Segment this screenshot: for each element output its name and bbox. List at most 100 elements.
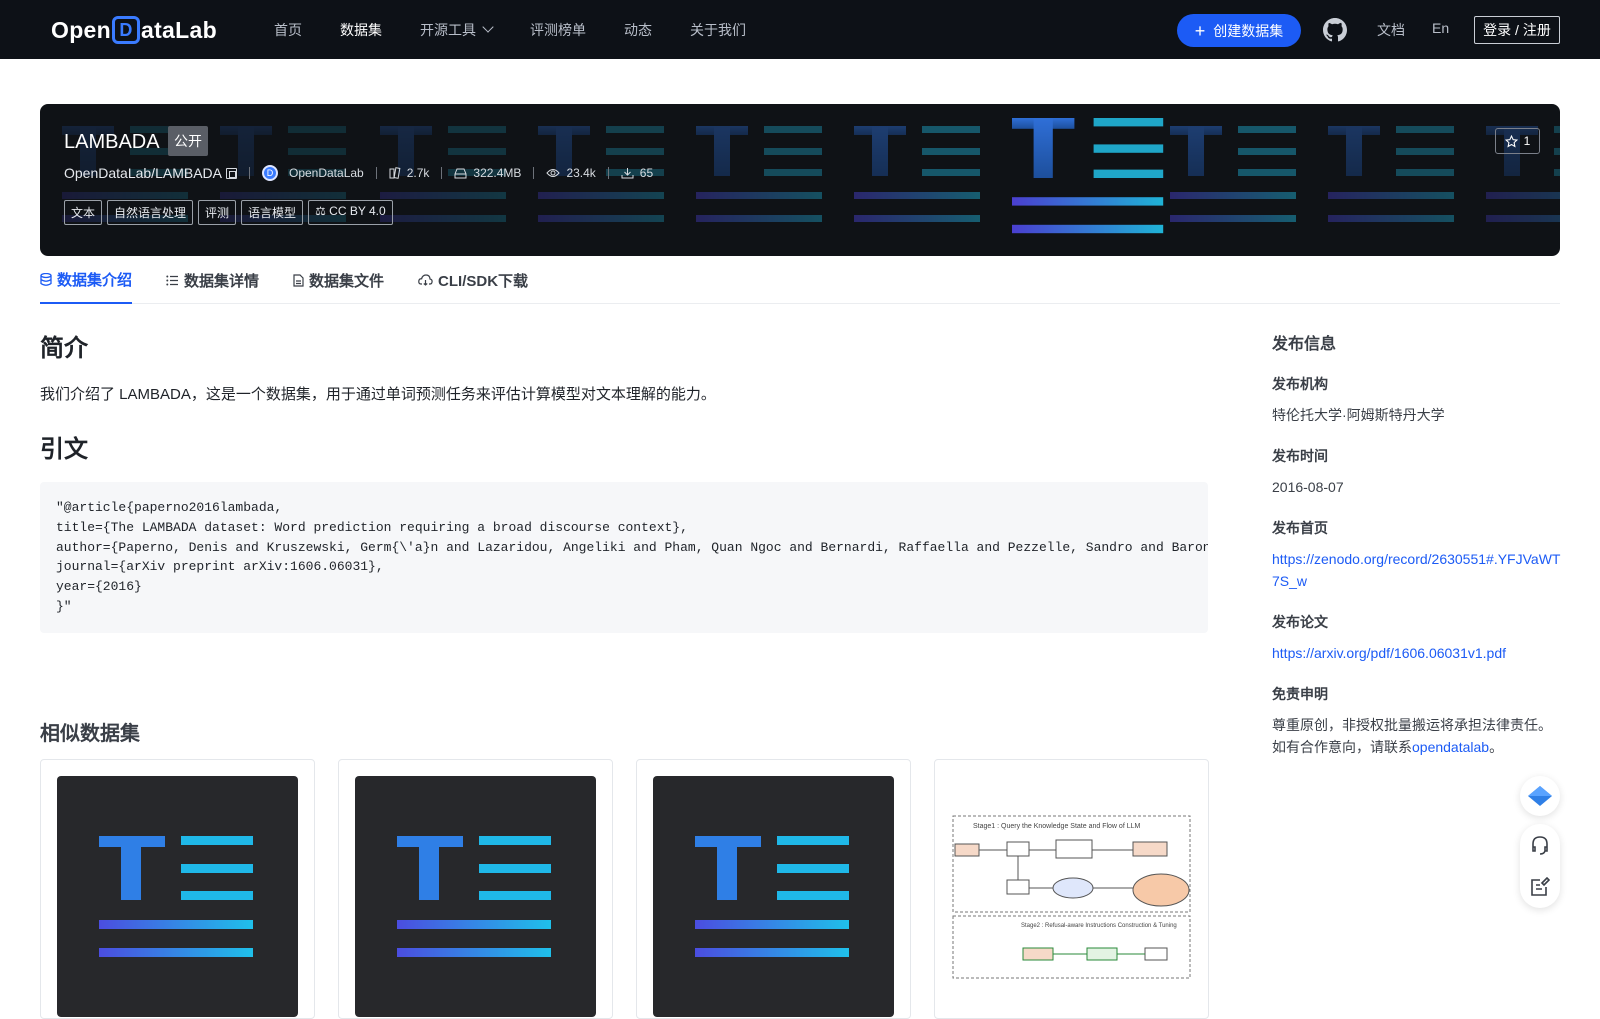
dataset-thumbnail [653, 776, 894, 1017]
banner-tile-bar [922, 126, 980, 133]
citation-line: }" [56, 598, 72, 614]
paper-link[interactable]: https://arxiv.org/pdf/1606.06031v1.pdf [1272, 642, 1562, 664]
homepage-link[interactable]: https://zenodo.org/record/2630551#.YFJVa… [1272, 548, 1562, 592]
assistant-button[interactable] [1520, 776, 1560, 816]
banner-tile-bar [1396, 148, 1454, 155]
publish-time-label: 发布时间 [1272, 448, 1328, 464]
language-switch[interactable]: En [1432, 20, 1449, 36]
banner-tile-bar [922, 148, 980, 155]
banner-tile-bar [922, 169, 980, 176]
star-button[interactable]: 1 [1495, 128, 1540, 154]
nav-item-about[interactable]: 关于我们 [690, 20, 746, 40]
dataset-path-text: OpenDataLab/LAMBADA [64, 165, 222, 181]
dataset-title: LAMBADA [64, 131, 160, 153]
nav-item-open-source-tools[interactable]: 开源工具 [420, 20, 494, 40]
diamond-assistant-icon [1528, 786, 1552, 806]
banner-tile-bar [1396, 169, 1454, 176]
nav-item-leaderboard[interactable]: 评测榜单 [530, 20, 586, 40]
opendatalab-logo[interactable]: Open D ataLab [51, 14, 217, 46]
view-count-value: 23.4k [566, 166, 596, 180]
contact-link[interactable]: opendatalab [1412, 739, 1489, 755]
similar-dataset-card[interactable] [338, 759, 613, 1019]
text-dataset-icon [695, 836, 849, 957]
banner-tile-bar [872, 126, 888, 176]
tag-item[interactable]: 评测 [198, 200, 237, 225]
files-icon [389, 167, 401, 179]
dataset-size-value: 322.4MB [473, 166, 522, 180]
citation-line: author={Paperno, Denis and Kruszewski, G… [56, 539, 1208, 555]
copy-icon[interactable] [225, 167, 237, 179]
text-dataset-icon [397, 836, 551, 957]
tab-cli-sdk-download[interactable]: CLI/SDK下载 [418, 256, 528, 304]
banner-tile-bar [1012, 224, 1164, 234]
publish-info-sidebar: 发布信息 发布机构 特伦托大学·阿姆斯特丹大学 发布时间 2016-08-07 … [1272, 330, 1562, 758]
banner-tile-bar [1170, 215, 1296, 222]
banner-tile-bar [1346, 126, 1362, 176]
tab-label: 数据集介绍 [57, 271, 133, 289]
tag-item[interactable]: 自然语言处理 [107, 200, 194, 225]
banner-tile-bar [288, 148, 346, 155]
dataset-thumbnail [355, 776, 596, 1017]
feedback-edit-icon[interactable] [1530, 877, 1550, 897]
divider [441, 167, 443, 179]
divider [248, 167, 250, 179]
stage2-caption: Stage2 : Refusal-aware Instructions Cons… [1021, 923, 1177, 929]
nav-label: 动态 [624, 21, 652, 38]
org-link[interactable]: D OpenDataLab [261, 165, 364, 181]
publisher-value: 特伦托大学·阿姆斯特丹大学 [1272, 407, 1445, 423]
database-icon [40, 272, 52, 286]
citation-line: "@article{paperno2016lambada, [56, 500, 283, 515]
paper-figure-thumbnail: Stage1 : Query the Knowledge State and F… [952, 815, 1191, 979]
stage1-caption: Stage1 : Query the Knowledge State and F… [973, 823, 1140, 830]
file-count: 2.7k [389, 166, 429, 180]
tag-item[interactable]: 文本 [64, 200, 103, 225]
star-count: 1 [1523, 134, 1531, 148]
banner-tile-bar [62, 192, 188, 199]
banner-tile-bar [538, 215, 664, 222]
divider [375, 167, 377, 179]
dataset-path: OpenDataLab/LAMBADA [64, 165, 237, 181]
similar-dataset-card[interactable]: Stage1 : Query the Knowledge State and F… [934, 759, 1209, 1019]
tab-label: CLI/SDK下载 [438, 272, 529, 290]
github-icon[interactable] [1323, 18, 1347, 42]
cloud-download-icon [418, 274, 433, 286]
tab-details[interactable]: 数据集详情 [166, 256, 259, 304]
logo-d-mark: D [111, 16, 140, 44]
banner-tile [1328, 126, 1454, 222]
banner-tile-bar [220, 192, 346, 199]
main-nav: 首页 数据集 开源工具 评测榜单 动态 关于我们 [274, 0, 784, 59]
tab-files[interactable]: 数据集文件 [293, 256, 384, 304]
intro-heading: 简介 [40, 335, 88, 362]
nav-item-home[interactable]: 首页 [274, 20, 302, 40]
tag-item[interactable]: 语言模型 [241, 200, 304, 225]
paper-label: 发布论文 [1272, 614, 1328, 630]
nav-item-news[interactable]: 动态 [624, 20, 652, 40]
banner-tile-bar [696, 215, 822, 222]
top-navigation-bar: Open D ataLab 首页 数据集 开源工具 评测榜单 动态 关于我们 +… [0, 0, 1600, 59]
disclaimer-end: 。 [1489, 739, 1504, 755]
nav-item-datasets[interactable]: 数据集 [340, 20, 382, 40]
download-count-value: 65 [639, 166, 654, 180]
docs-link[interactable]: 文档 [1377, 20, 1405, 40]
nav-label: 首页 [274, 21, 302, 38]
login-register-button[interactable]: 登录 / 注册 [1474, 16, 1560, 44]
banner-tile-bar [1486, 192, 1560, 199]
chevron-down-icon [482, 21, 494, 33]
similar-dataset-card[interactable] [636, 759, 911, 1019]
license-tag[interactable]: ⚖ CC BY 4.0 [308, 200, 393, 225]
create-dataset-button[interactable]: + 创建数据集 [1177, 14, 1301, 47]
tab-introduction[interactable]: 数据集介绍 [40, 256, 133, 304]
homepage-label: 发布首页 [1272, 520, 1328, 536]
similar-dataset-card[interactable] [40, 759, 315, 1019]
view-count: 23.4k [546, 166, 596, 180]
banner-tile-bar [1093, 118, 1164, 127]
citation-line: year={2016} [56, 579, 142, 595]
headset-icon[interactable] [1530, 835, 1550, 855]
banner-tile [1012, 118, 1164, 234]
plus-icon: + [1194, 20, 1206, 41]
disclaimer-text: 尊重原创，非授权批量搬运将承担法律责任。如有合作意向，请联系opendatala… [1272, 714, 1562, 758]
banner-tile-bar [696, 192, 822, 199]
citation-code-block[interactable]: "@article{paperno2016lambada, title={The … [40, 482, 1208, 633]
banner-tile-bar [380, 215, 506, 222]
publisher-label: 发布机构 [1272, 376, 1328, 392]
